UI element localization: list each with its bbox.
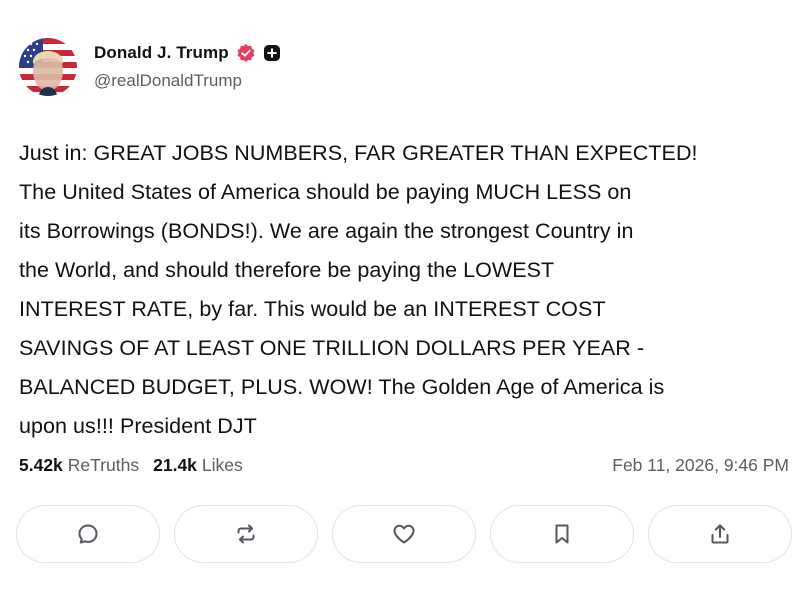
- like-button[interactable]: [332, 505, 476, 563]
- share-icon: [708, 522, 732, 546]
- bookmark-button[interactable]: [490, 505, 634, 563]
- retruth-icon: [234, 522, 258, 546]
- author-handle[interactable]: @realDonaldTrump: [94, 71, 242, 91]
- retruth-button[interactable]: [174, 505, 318, 563]
- action-bar: [16, 505, 792, 565]
- post-text: Just in: GREAT JOBS NUMBERS, FAR GREATER…: [19, 141, 698, 438]
- post-stats: 5.42k ReTruths 21.4k Likes: [19, 455, 257, 476]
- avatar[interactable]: [19, 38, 77, 96]
- reply-icon: [76, 522, 100, 546]
- retruths-label: ReTruths: [67, 455, 140, 475]
- bookmark-icon: [550, 522, 574, 546]
- retruths-count: 5.42k: [19, 455, 63, 475]
- post-card: Donald J. Trump @realDonaldTrump Just in…: [0, 0, 800, 600]
- likes-stat[interactable]: 21.4k Likes: [153, 455, 243, 476]
- likes-count: 21.4k: [153, 455, 197, 475]
- likes-label: Likes: [201, 455, 243, 475]
- share-button[interactable]: [648, 505, 792, 563]
- plus-badge-icon: [263, 44, 281, 62]
- verified-badge-icon: [236, 43, 256, 63]
- like-heart-icon: [391, 522, 417, 546]
- retruths-stat[interactable]: 5.42k ReTruths: [19, 455, 139, 476]
- post-timestamp[interactable]: Feb 11, 2026, 9:46 PM: [612, 455, 789, 476]
- reply-button[interactable]: [16, 505, 160, 563]
- author-name-row: Donald J. Trump: [94, 41, 281, 65]
- author-display-name[interactable]: Donald J. Trump: [94, 43, 229, 63]
